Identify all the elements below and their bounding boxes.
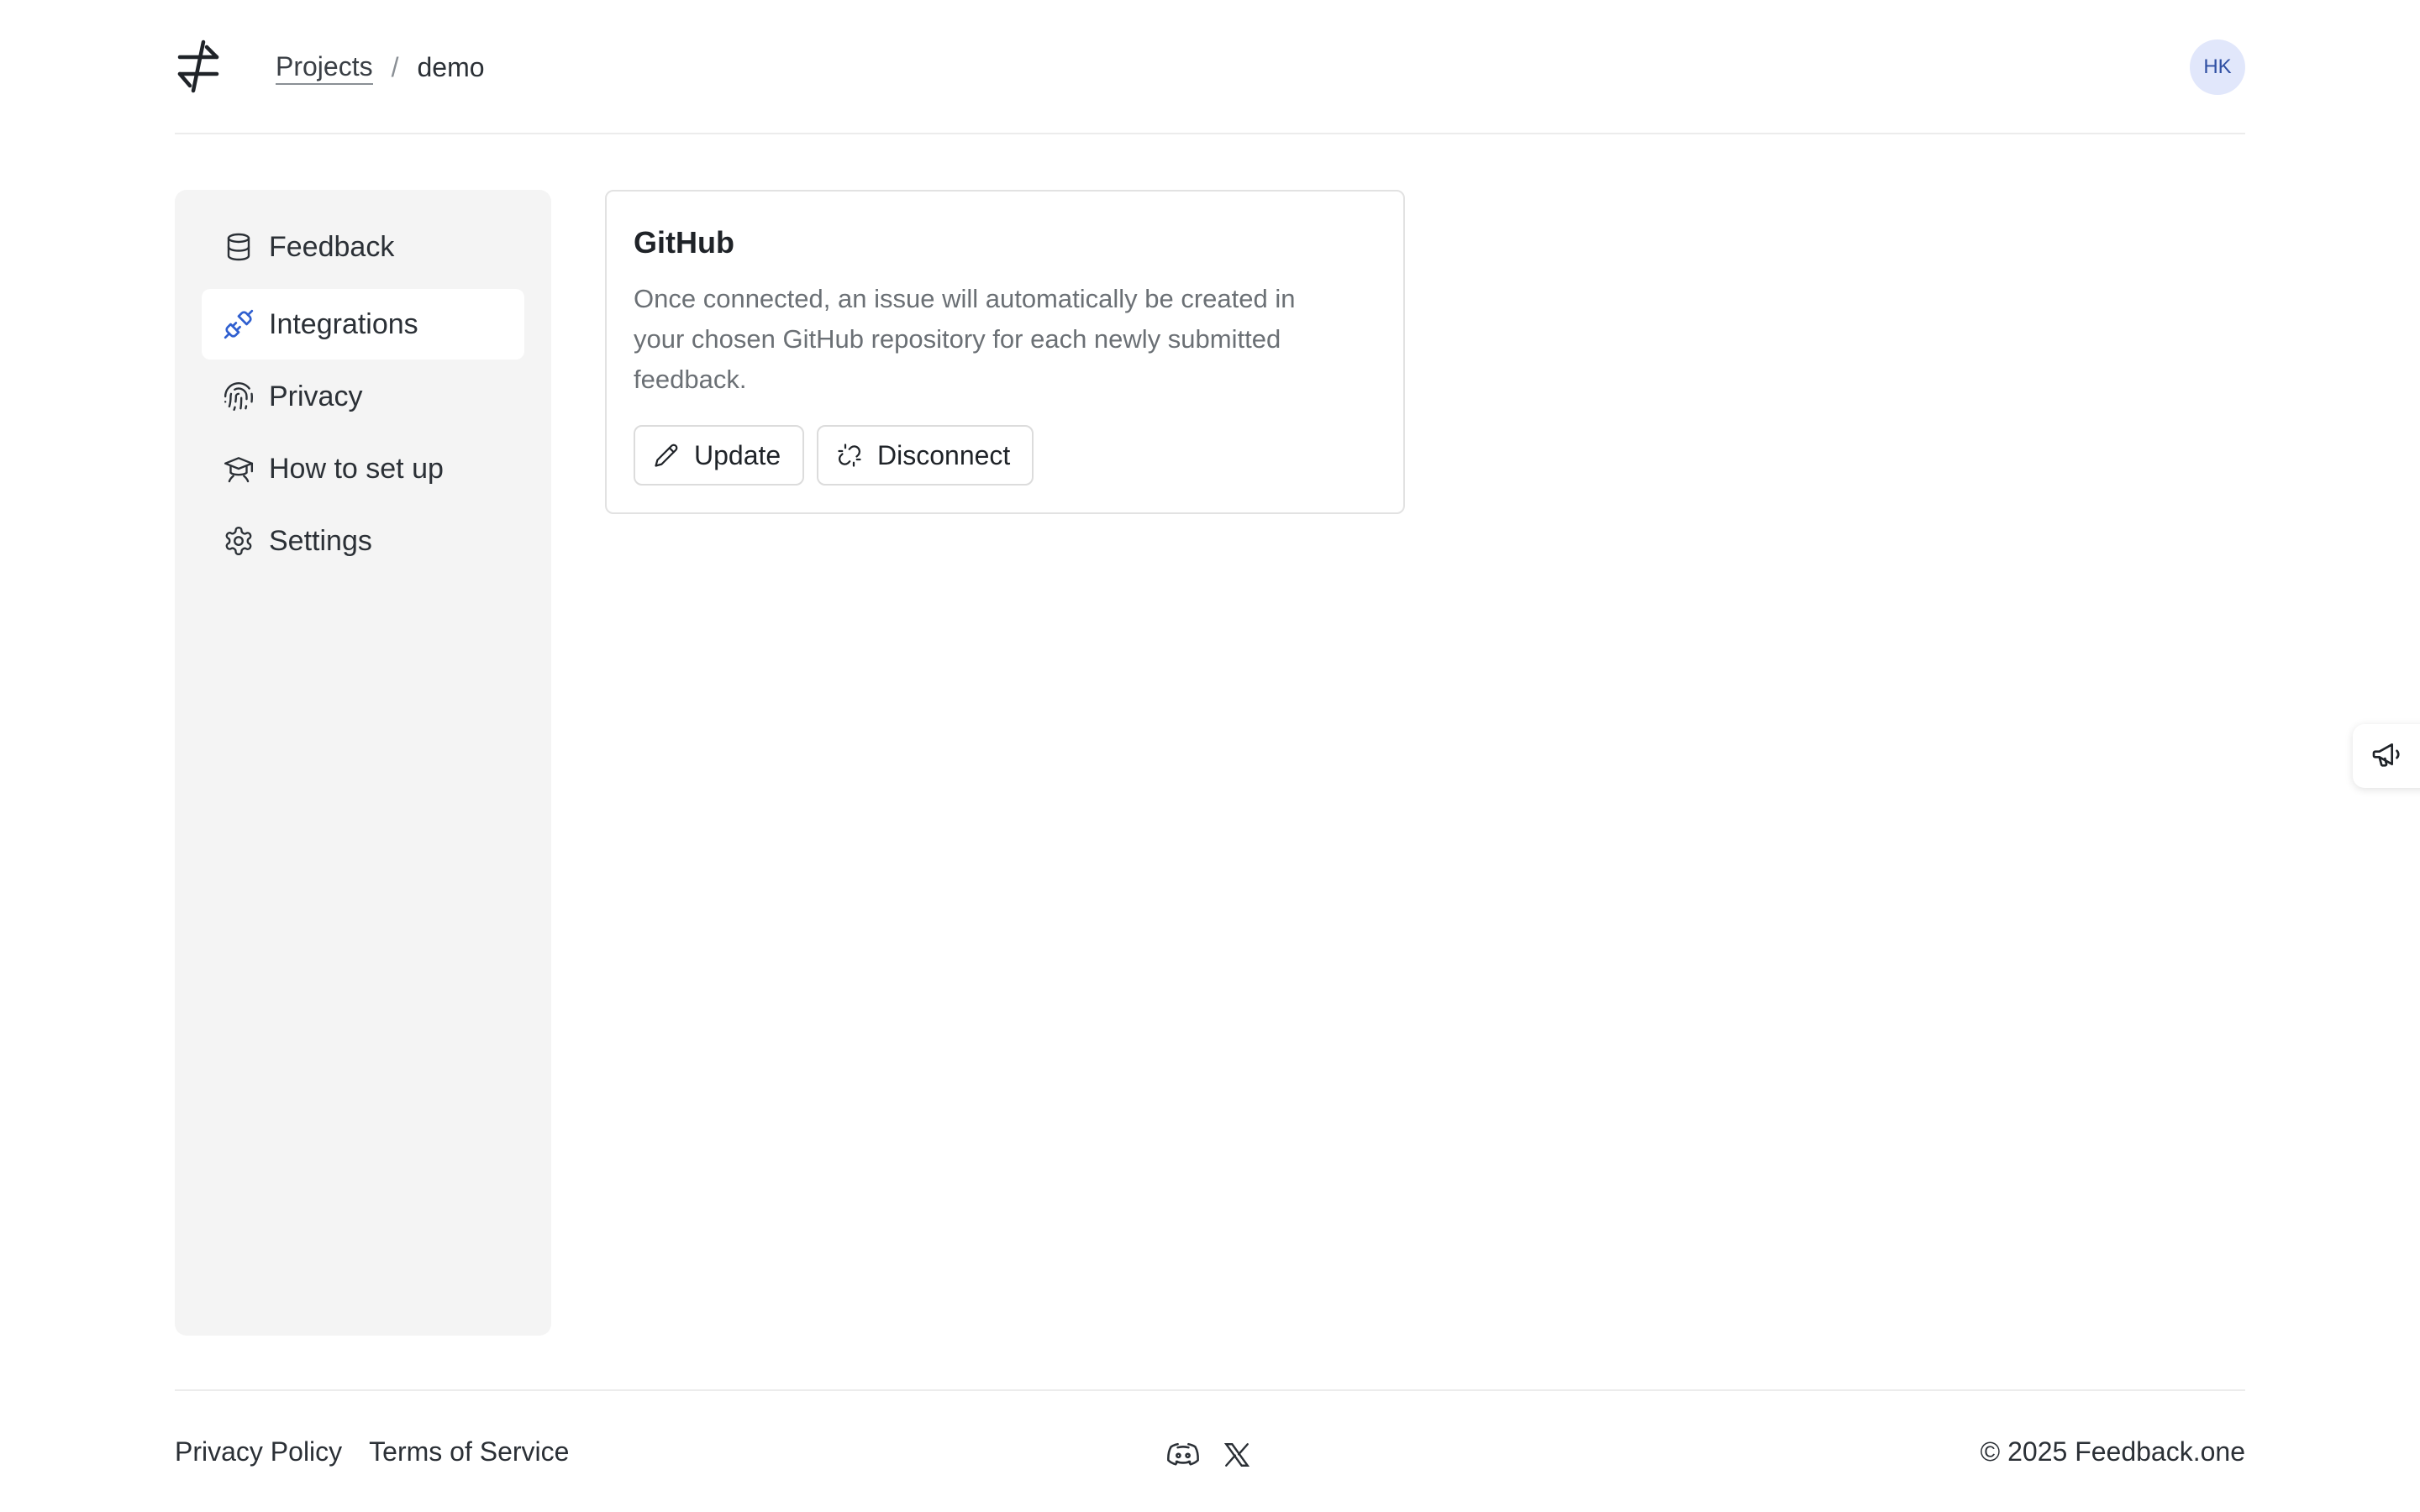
copyright-text: © 2025 Feedback.one bbox=[1980, 1436, 2245, 1467]
update-button-label: Update bbox=[694, 439, 781, 470]
breadcrumb-projects-link[interactable]: Projects bbox=[276, 50, 373, 85]
sidebar-item-privacy[interactable]: Privacy bbox=[202, 361, 524, 432]
top-header: Projects / demo HK bbox=[175, 0, 2245, 134]
social-links bbox=[1166, 1438, 1274, 1472]
arrows-swap-logo-icon[interactable] bbox=[175, 39, 222, 94]
sidebar-item-label: Feedback bbox=[269, 230, 395, 263]
plug-icon bbox=[222, 307, 255, 341]
sidebar-item-feedback[interactable]: Feedback bbox=[202, 212, 524, 282]
sidebar-item-label: Privacy bbox=[269, 380, 363, 412]
sidebar-item-how-to-set-up[interactable]: How to set up bbox=[202, 433, 524, 504]
feedback-widget-tab[interactable] bbox=[2353, 724, 2420, 788]
pencil-icon bbox=[654, 442, 681, 469]
sidebar: Feedback Integrations Privacy How to set… bbox=[175, 190, 551, 1336]
sidebar-item-settings[interactable]: Settings bbox=[202, 506, 524, 576]
update-button[interactable]: Update bbox=[634, 425, 805, 486]
megaphone-icon bbox=[2370, 738, 2403, 775]
privacy-policy-link[interactable]: Privacy Policy bbox=[175, 1436, 342, 1467]
avatar[interactable]: HK bbox=[2190, 39, 2245, 95]
terms-of-service-link[interactable]: Terms of Service bbox=[369, 1436, 569, 1467]
fingerprint-icon bbox=[222, 380, 255, 413]
unlink-icon bbox=[837, 442, 864, 469]
sidebar-item-label: How to set up bbox=[269, 452, 444, 485]
footer-links: Privacy Policy Terms of Service bbox=[175, 1436, 596, 1467]
sidebar-item-label: Integrations bbox=[269, 307, 418, 340]
discord-icon[interactable] bbox=[1166, 1438, 1200, 1472]
sidebar-item-label: Settings bbox=[269, 524, 372, 557]
footer: Privacy Policy Terms of Service © 2025 F… bbox=[175, 1389, 2245, 1512]
breadcrumb: Projects / demo bbox=[276, 47, 485, 87]
gear-icon bbox=[222, 524, 255, 558]
sidebar-item-integrations[interactable]: Integrations bbox=[202, 289, 524, 360]
breadcrumb-current: demo bbox=[417, 52, 485, 82]
github-integration-card: GitHub Once connected, an issue will aut… bbox=[605, 190, 1405, 514]
breadcrumb-separator: / bbox=[391, 52, 399, 82]
graduation-cap-icon bbox=[222, 452, 255, 486]
x-icon[interactable] bbox=[1220, 1438, 1254, 1472]
disconnect-button[interactable]: Disconnect bbox=[817, 425, 1034, 486]
card-description: Once connected, an issue will automatica… bbox=[634, 284, 1296, 394]
page: Projects / demo HK Feedback Integrations… bbox=[0, 0, 2420, 1512]
card-title: GitHub bbox=[634, 225, 734, 260]
database-icon bbox=[222, 230, 255, 264]
disconnect-button-label: Disconnect bbox=[877, 439, 1011, 470]
